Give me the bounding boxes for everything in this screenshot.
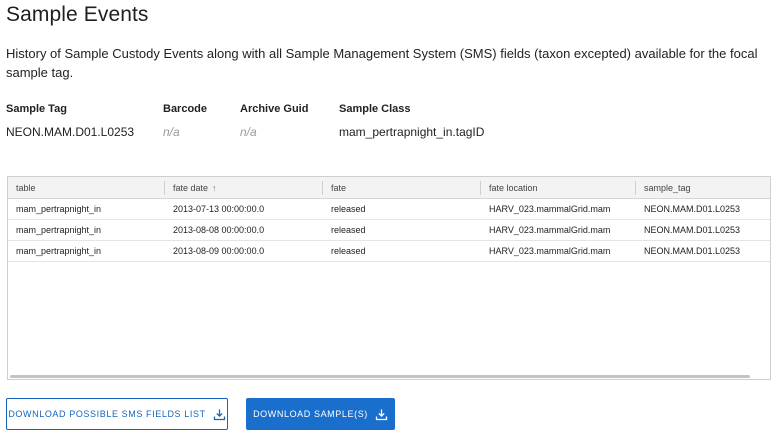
archive-guid-label: Archive Guid <box>240 103 309 115</box>
table-cell: HARV_023.mammalGrid.mam <box>489 225 611 235</box>
events-table: table fate date ↑ fate fate location samp… <box>7 176 771 380</box>
table-cell: HARV_023.mammalGrid.mam <box>489 204 611 214</box>
table-cell: NEON.MAM.D01.L0253 <box>644 225 741 235</box>
download-sms-fields-label: DOWNLOAD POSSIBLE SMS FIELDS LIST <box>8 409 206 419</box>
table-cell: released <box>331 204 366 214</box>
download-sms-fields-button[interactable]: DOWNLOAD POSSIBLE SMS FIELDS LIST <box>6 398 228 430</box>
arrow-up-icon[interactable]: ↑ <box>212 177 217 199</box>
column-header-fate-date[interactable]: fate date ↑ <box>165 177 322 199</box>
table-cell: HARV_023.mammalGrid.mam <box>489 246 611 256</box>
column-header-sample-tag[interactable]: sample_tag <box>636 177 770 199</box>
table-header: table fate date ↑ fate fate location samp… <box>8 177 770 199</box>
page-description: History of Sample Custody Events along w… <box>6 46 758 80</box>
download-samples-label: DOWNLOAD SAMPLE(S) <box>253 409 368 419</box>
table-cell: 2013-08-09 00:00:00.0 <box>173 246 265 256</box>
sample-class-label: Sample Class <box>339 103 411 115</box>
barcode-label: Barcode <box>163 103 208 115</box>
column-header-table[interactable]: table <box>8 177 164 199</box>
sample-class-value: mam_pertrapnight_in.tagID <box>339 125 485 139</box>
table-cell: released <box>331 225 366 235</box>
table-cell: 2013-07-13 00:00:00.0 <box>173 204 265 214</box>
table-cell: NEON.MAM.D01.L0253 <box>644 204 741 214</box>
table-row[interactable]: mam_pertrapnight_in 2013-07-13 00:00:00.… <box>8 199 770 220</box>
archive-guid-value: n/a <box>240 125 257 139</box>
table-row[interactable]: mam_pertrapnight_in 2013-08-08 00:00:00.… <box>8 220 770 241</box>
page-title: Sample Events <box>6 3 149 26</box>
column-header-fate-location[interactable]: fate location <box>481 177 635 199</box>
table-cell: mam_pertrapnight_in <box>16 225 102 235</box>
download-icon <box>213 408 226 421</box>
barcode-value: n/a <box>163 125 180 139</box>
table-row[interactable]: mam_pertrapnight_in 2013-08-09 00:00:00.… <box>8 241 770 262</box>
table-cell: 2013-08-08 00:00:00.0 <box>173 225 265 235</box>
table-cell: mam_pertrapnight_in <box>16 246 102 256</box>
sample-tag-value: NEON.MAM.D01.L0253 <box>6 125 135 139</box>
sample-tag-label: Sample Tag <box>6 103 67 115</box>
table-cell: NEON.MAM.D01.L0253 <box>644 246 741 256</box>
table-cell: mam_pertrapnight_in <box>16 204 102 214</box>
horizontal-scrollbar[interactable] <box>10 375 750 378</box>
column-header-fate[interactable]: fate <box>323 177 480 199</box>
download-samples-button[interactable]: DOWNLOAD SAMPLE(S) <box>246 398 395 430</box>
download-icon <box>375 408 388 421</box>
table-cell: released <box>331 246 366 256</box>
